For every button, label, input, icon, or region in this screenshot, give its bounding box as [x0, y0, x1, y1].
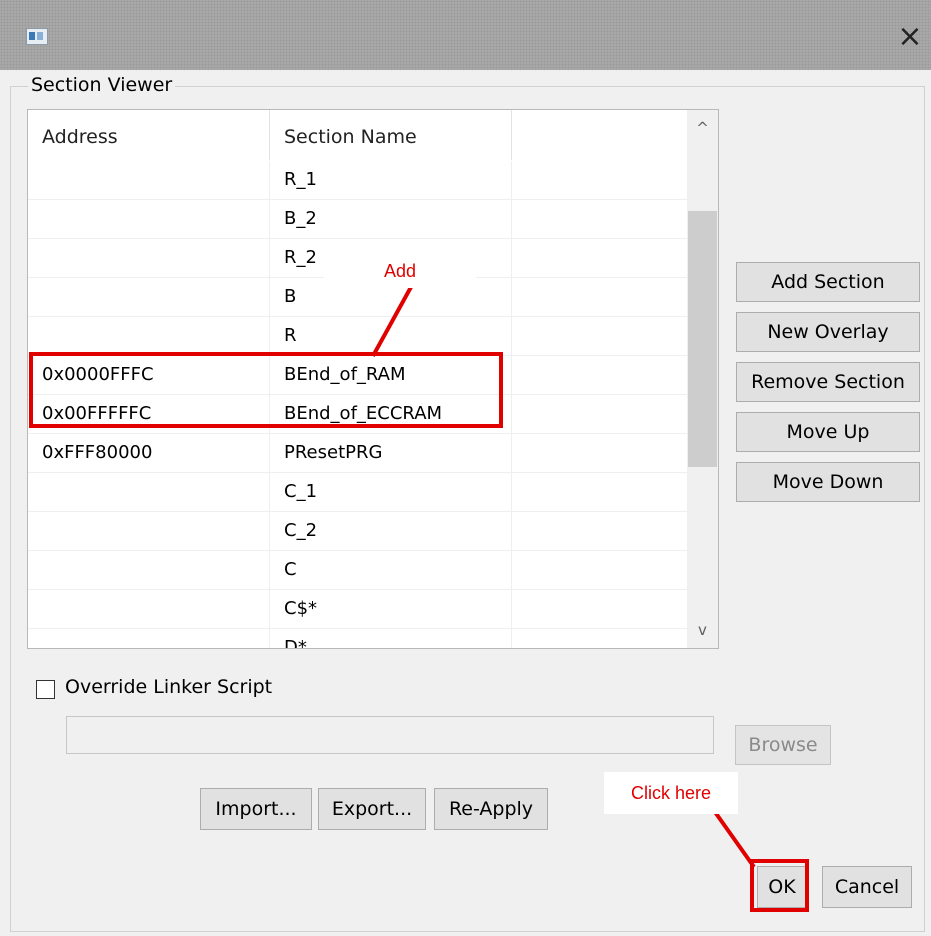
section-viewer-dialog: × Section Viewer Address Section Name R_…	[0, 0, 931, 936]
add-annotation-label: Add	[324, 254, 476, 288]
annotation-arrows	[371, 286, 756, 869]
add-arrow-line	[371, 286, 413, 357]
click-here-arrow-line	[713, 810, 756, 869]
click-here-annotation-label: Click here	[604, 772, 738, 814]
